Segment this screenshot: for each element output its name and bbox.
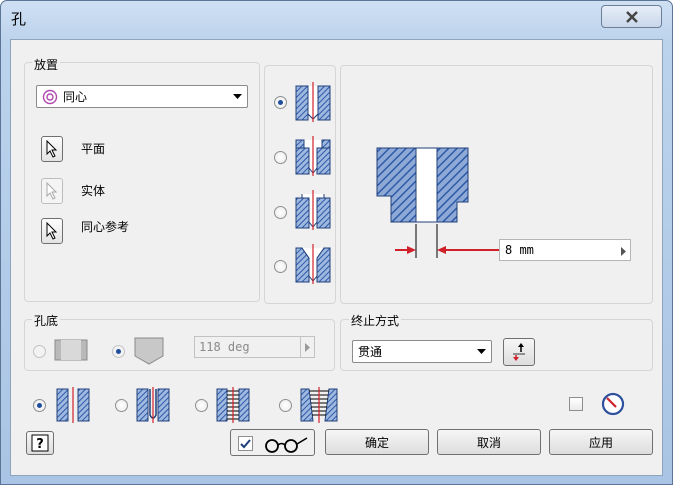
tapped-thread-radio[interactable] (195, 399, 208, 412)
cursor-arrow-icon (46, 182, 58, 200)
clearance-hole-icon (136, 387, 170, 423)
cursor-arrow-icon (46, 222, 58, 240)
preview-toggle-group (230, 429, 315, 456)
cancel-button[interactable]: 取消 (437, 429, 541, 455)
close-icon (625, 10, 638, 23)
chevron-right-icon (621, 245, 626, 259)
gauge-icon[interactable] (601, 392, 625, 416)
concentric-icon (42, 89, 58, 104)
close-button[interactable] (601, 5, 662, 28)
drill-point-legend: 孔底 (32, 312, 61, 329)
concentric-reference-label: 同心参考 (81, 220, 130, 234)
simple-hole-type-icon (56, 387, 90, 423)
placement-type-value: 同心 (63, 90, 88, 104)
tapped-hole-icon (216, 387, 250, 423)
dialog-body: 放置 同心 平面 实体 同心参考 8 mm 孔底 118 deg 终止方式 贯通… (10, 39, 663, 476)
ok-button[interactable]: 确定 (325, 429, 429, 455)
apply-button[interactable]: 应用 (549, 429, 653, 455)
countersink-hole-radio[interactable] (274, 260, 287, 273)
placement-type-dropdown[interactable]: 同心 (36, 85, 248, 108)
countersink-hole-icon (295, 244, 331, 284)
angle-bottom-radio[interactable] (112, 345, 125, 358)
window-title: 孔 (11, 10, 27, 28)
glasses-icon (265, 437, 308, 453)
cursor-arrow-icon (46, 140, 58, 158)
options-checkbox[interactable] (569, 397, 583, 411)
counterbore-hole-icon (295, 136, 331, 176)
spotface-hole-radio[interactable] (274, 206, 287, 219)
drill-angle-value: 118 deg (199, 340, 250, 354)
diameter-value: 8 mm (505, 243, 534, 257)
chevron-right-icon (300, 337, 314, 357)
hole-preview-diagram (376, 147, 501, 258)
concentric-reference-select-button[interactable] (41, 218, 63, 244)
plane-select-label: 平面 (81, 142, 106, 156)
taper-tapped-hole-icon (300, 387, 338, 423)
title-bar[interactable]: 孔 (1, 1, 672, 35)
clearance-thread-radio[interactable] (115, 399, 128, 412)
ok-button-label: 确定 (364, 435, 389, 450)
flip-direction-button[interactable] (503, 338, 535, 366)
apply-button-label: 应用 (588, 435, 613, 450)
cancel-button-label: 取消 (476, 435, 501, 450)
counterbore-hole-radio[interactable] (274, 151, 287, 164)
placement-legend: 放置 (32, 56, 61, 73)
svg-text:?: ? (36, 437, 44, 452)
preview-checkbox[interactable] (238, 436, 253, 451)
spotface-hole-icon (295, 190, 331, 230)
check-icon (240, 438, 251, 448)
termination-dropdown[interactable]: 贯通 (352, 340, 492, 363)
angle-bottom-icon (134, 337, 164, 365)
solid-select-button[interactable] (41, 178, 63, 204)
diameter-input[interactable]: 8 mm (499, 239, 631, 261)
drill-angle-input[interactable]: 118 deg (194, 336, 315, 358)
help-icon: ? (31, 434, 49, 452)
chevron-down-icon (474, 341, 488, 362)
help-button[interactable]: ? (26, 431, 54, 455)
simple-thread-radio[interactable] (33, 399, 46, 412)
hole-dialog: 孔 放置 同心 平面 实体 同心参考 8 mm 孔底 118 deg 终止方式 … (0, 0, 673, 485)
taper-tapped-thread-radio[interactable] (279, 399, 292, 412)
plane-select-button[interactable] (41, 136, 63, 162)
flat-bottom-radio[interactable] (33, 345, 46, 358)
termination-value: 贯通 (358, 345, 383, 359)
simple-hole-radio[interactable] (274, 96, 287, 109)
solid-select-label: 实体 (81, 184, 106, 198)
flat-bottom-icon (54, 339, 88, 361)
flip-direction-icon (513, 343, 525, 361)
chevron-down-icon (230, 86, 244, 107)
termination-legend: 终止方式 (349, 312, 402, 329)
simple-hole-icon (295, 82, 331, 122)
